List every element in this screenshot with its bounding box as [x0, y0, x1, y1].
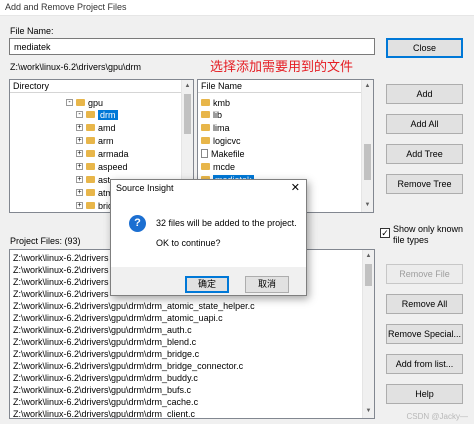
- current-path: Z:\work\linux-6.2\drivers\gpu\drm: [10, 62, 142, 72]
- close-button[interactable]: Close: [386, 38, 463, 58]
- file-icon: [201, 149, 208, 159]
- dialog-body: ? 32 files will be added to the project.…: [111, 197, 306, 267]
- ok-button[interactable]: 确定: [185, 276, 229, 293]
- scroll-thumb[interactable]: [184, 94, 191, 134]
- dir-item-brid[interactable]: + brid: [76, 200, 113, 212]
- project-file-row[interactable]: Z:\work\linux-6.2\drivers\gpu\drm\drm_ca…: [13, 396, 198, 408]
- add-tree-button[interactable]: Add Tree: [386, 144, 463, 164]
- project-files-label: Project Files: (93): [10, 236, 81, 246]
- dir-item-drm[interactable]: - drm: [76, 109, 118, 121]
- dir-item-armada[interactable]: + armada: [76, 148, 129, 160]
- folder-icon: [86, 150, 95, 158]
- folder-icon: [201, 163, 210, 171]
- dir-item-atm[interactable]: + atm: [76, 187, 113, 199]
- scroll-up-icon[interactable]: ▲: [363, 251, 374, 262]
- folder-icon: [86, 202, 95, 210]
- project-file-row[interactable]: Z:\work\linux-6.2\drivers\gpu\drm\drm_cl…: [13, 408, 195, 418]
- scroll-down-icon[interactable]: ▼: [362, 200, 373, 211]
- folder-icon: [86, 111, 95, 119]
- project-file-row[interactable]: Z:\work\linux-6.2\drivers\gpu\drm\drm_au…: [13, 324, 192, 336]
- scroll-thumb[interactable]: [364, 144, 371, 180]
- project-file-row[interactable]: Z:\work\linux-6.2\drivers: [13, 276, 109, 288]
- project-file-row[interactable]: Z:\work\linux-6.2\drivers\gpu\drm\drm_at…: [13, 312, 223, 324]
- folder-icon: [86, 189, 95, 197]
- dialog-title: Source Insight: [111, 180, 306, 197]
- file-item[interactable]: Makefile: [201, 148, 245, 160]
- folder-icon: [86, 124, 95, 132]
- folder-icon: [201, 137, 210, 145]
- dir-item-aspeed[interactable]: + aspeed: [76, 161, 128, 173]
- remove-special-button[interactable]: Remove Special...: [386, 324, 463, 344]
- expand-icon[interactable]: +: [76, 137, 83, 145]
- file-item[interactable]: lima: [201, 122, 230, 134]
- remove-file-button[interactable]: Remove File: [386, 264, 463, 284]
- question-icon: ?: [129, 215, 146, 232]
- dir-item-gpu[interactable]: - gpu: [66, 97, 103, 109]
- annotation-text: 选择添加需要用到的文件: [210, 59, 354, 74]
- scroll-up-icon[interactable]: ▲: [362, 81, 373, 92]
- folder-icon: [86, 163, 95, 171]
- project-file-row[interactable]: Z:\work\linux-6.2\drivers\gpu\drm\drm_br…: [13, 360, 243, 372]
- window-titlebar: Add and Remove Project Files: [0, 0, 474, 16]
- folder-icon: [76, 99, 85, 107]
- project-file-row[interactable]: Z:\work\linux-6.2\drivers\gpu\drm\drm_bu…: [13, 372, 198, 384]
- folder-icon: [86, 176, 95, 184]
- project-file-row[interactable]: Z:\work\linux-6.2\drivers\gpu\drm\drm_br…: [13, 348, 199, 360]
- project-file-row[interactable]: Z:\work\linux-6.2\drivers\gpu\drm\drm_bl…: [13, 336, 196, 348]
- file-list-header: File Name: [198, 80, 373, 93]
- close-icon[interactable]: ✕: [291, 182, 300, 195]
- file-item[interactable]: lib: [201, 109, 222, 121]
- project-file-row[interactable]: Z:\work\linux-6.2\drivers\gpu\drm\drm_at…: [13, 300, 255, 312]
- file-name-label: File Name:: [10, 26, 54, 36]
- project-file-row[interactable]: Z:\work\linux-6.2\drivers: [13, 288, 109, 300]
- expand-icon[interactable]: +: [76, 124, 83, 132]
- scroll-thumb[interactable]: [365, 264, 372, 286]
- expand-icon[interactable]: +: [76, 163, 83, 171]
- expand-icon[interactable]: +: [76, 189, 83, 197]
- file-item[interactable]: mcde: [201, 161, 235, 173]
- cancel-button[interactable]: 取消: [245, 276, 289, 293]
- dir-item-ast[interactable]: + ast: [76, 174, 110, 186]
- dialog-question: OK to continue?: [156, 238, 221, 248]
- window-title: Add and Remove Project Files: [5, 2, 127, 12]
- remove-tree-button[interactable]: Remove Tree: [386, 174, 463, 194]
- expand-icon[interactable]: +: [76, 176, 83, 184]
- file-name-input[interactable]: mediatek: [9, 38, 375, 55]
- file-item[interactable]: kmb: [201, 97, 230, 109]
- add-from-list-button[interactable]: Add from list...: [386, 354, 463, 374]
- project-file-row[interactable]: Z:\work\linux-6.2\drivers: [13, 252, 109, 264]
- remove-all-button[interactable]: Remove All: [386, 294, 463, 314]
- file-item[interactable]: logicvc: [201, 135, 241, 147]
- show-known-label-2: file types: [393, 235, 429, 245]
- project-file-row[interactable]: Z:\work\linux-6.2\drivers: [13, 264, 109, 276]
- project-file-row[interactable]: Z:\work\linux-6.2\drivers\gpu\drm\drm_bu…: [13, 384, 191, 396]
- add-all-button[interactable]: Add All: [386, 114, 463, 134]
- folder-icon: [86, 137, 95, 145]
- dialog-message: 32 files will be added to the project.: [156, 218, 297, 228]
- expand-icon[interactable]: +: [76, 202, 83, 210]
- collapse-icon[interactable]: -: [66, 99, 73, 107]
- show-known-label-1: Show only known: [393, 224, 464, 234]
- scroll-down-icon[interactable]: ▼: [363, 406, 374, 417]
- directory-header: Directory: [10, 80, 193, 93]
- folder-icon: [201, 99, 210, 107]
- watermark: CSDN @Jacky—: [406, 412, 468, 421]
- collapse-icon[interactable]: -: [76, 111, 83, 119]
- file-list-scrollbar[interactable]: ▲ ▼: [361, 80, 373, 212]
- folder-icon: [201, 111, 210, 119]
- folder-icon: [201, 124, 210, 132]
- help-button[interactable]: Help: [386, 384, 463, 404]
- add-button[interactable]: Add: [386, 84, 463, 104]
- scroll-up-icon[interactable]: ▲: [182, 81, 193, 92]
- dir-item-arm[interactable]: + arm: [76, 135, 114, 147]
- show-known-checkbox[interactable]: ✓: [380, 228, 390, 238]
- expand-icon[interactable]: +: [76, 150, 83, 158]
- confirm-dialog: Source Insight ✕ ? 32 files will be adde…: [110, 179, 307, 296]
- dir-item-amd[interactable]: + amd: [76, 122, 116, 134]
- project-files-scrollbar[interactable]: ▲ ▼: [362, 250, 374, 418]
